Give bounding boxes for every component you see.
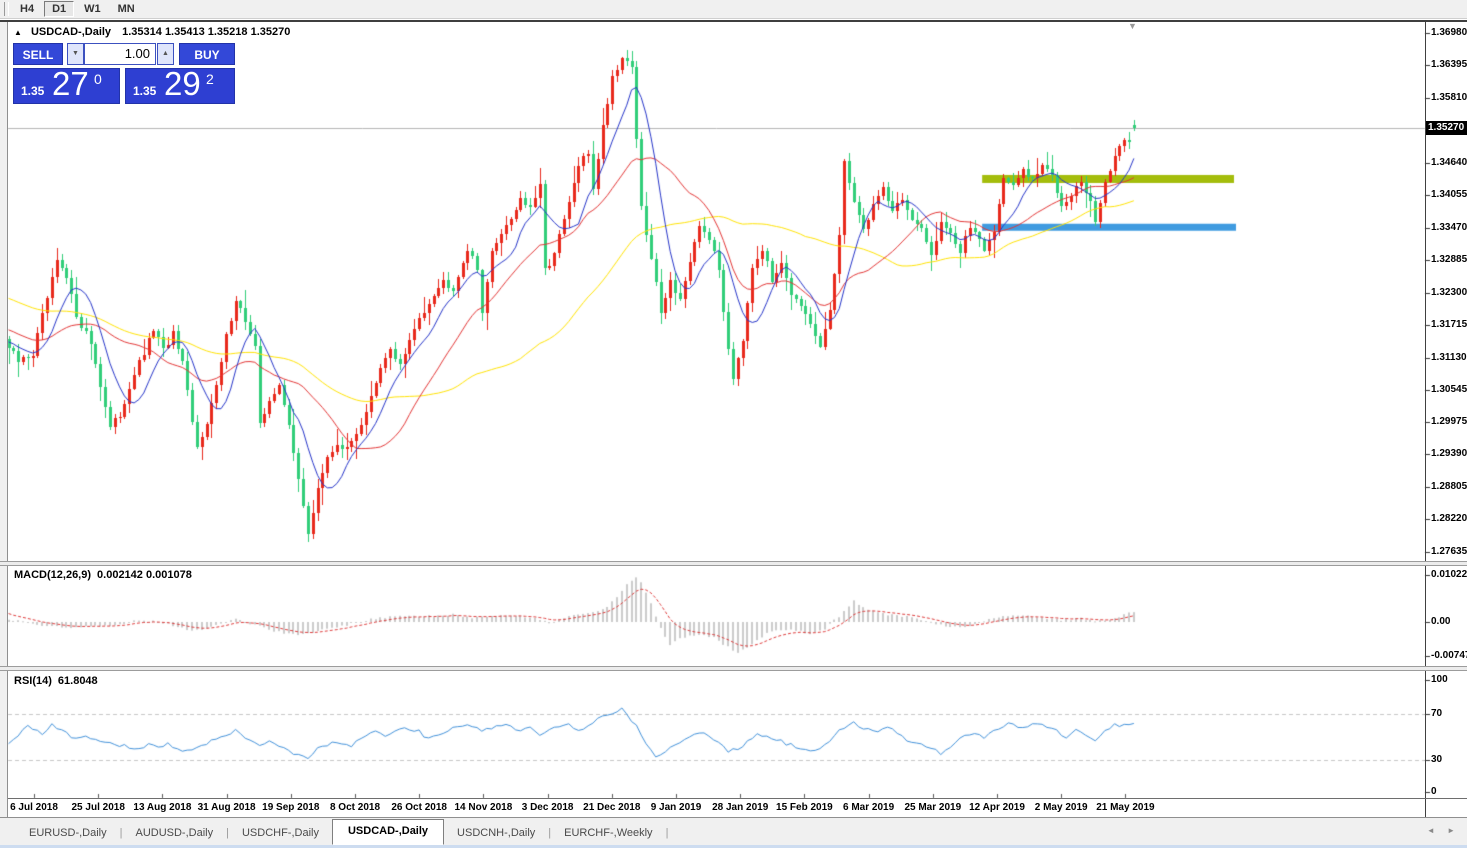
macd-axis-label: -0.00747 xyxy=(1431,650,1467,662)
chart-symbol-label: USDCAD-,Daily xyxy=(31,26,111,38)
price-axis-label: 1.32885 xyxy=(1431,254,1467,266)
sell-price-point: 0 xyxy=(94,71,102,87)
sell-button[interactable]: SELL xyxy=(13,43,63,65)
date-axis-label: 21 May 2019 xyxy=(1083,802,1167,813)
price-axis-label: 1.30545 xyxy=(1431,384,1467,396)
sell-price-display[interactable]: 1.35 27 0 xyxy=(13,68,120,104)
triangle-down-icon: ▼ xyxy=(72,50,79,57)
buy-price-point: 2 xyxy=(206,71,214,87)
buy-button[interactable]: BUY xyxy=(179,43,235,65)
chart-title: ▲ USDCAD-,Daily 1.35314 1.35413 1.35218 … xyxy=(14,26,290,38)
price-axis-label: 1.36395 xyxy=(1431,59,1467,71)
volume-increase-button[interactable]: ▲ xyxy=(157,43,174,65)
price-axis-label: 1.27635 xyxy=(1431,546,1467,558)
chart-shift-icon[interactable]: ▼ xyxy=(1128,21,1137,31)
macd-pane-splitter[interactable] xyxy=(0,561,1467,566)
price-axis-label: 1.36980 xyxy=(1431,27,1467,39)
sell-price-pips: 27 xyxy=(52,65,89,103)
chart-ohlc-values: 1.35314 1.35413 1.35218 1.35270 xyxy=(122,26,290,38)
volume-input[interactable]: 1.00 xyxy=(84,43,156,65)
price-axis-label: 1.29975 xyxy=(1431,416,1467,428)
tab-scroll-right-icon[interactable]: ► xyxy=(1447,826,1455,835)
rsi-name: RSI(14) xyxy=(14,675,52,687)
price-axis-separator xyxy=(1425,22,1426,817)
chart-canvas[interactable] xyxy=(0,0,1467,848)
timeframe-button-mn[interactable]: MN xyxy=(111,1,142,17)
price-axis-label: 1.28220 xyxy=(1431,513,1467,525)
one-click-trading-panel: SELL ▼ 1.00 ▲ BUY 1.35 27 0 1.35 29 2 xyxy=(13,43,235,105)
timeframe-button-h4[interactable]: H4 xyxy=(13,1,41,17)
macd-axis-label: 0.010229 xyxy=(1431,569,1467,581)
macd-axis-label: 0.00 xyxy=(1431,616,1450,628)
price-axis-label: 1.31715 xyxy=(1431,319,1467,331)
macd-values: 0.002142 0.001078 xyxy=(97,569,192,581)
price-axis-label: 1.28805 xyxy=(1431,481,1467,493)
buy-price-pips: 29 xyxy=(164,65,201,103)
tab-separator: | xyxy=(666,827,669,845)
tab-audusd-daily[interactable]: AUDUSD-,Daily xyxy=(122,822,226,845)
tab-usdcad-daily[interactable]: USDCAD-,Daily xyxy=(332,819,444,845)
price-axis-label: 1.31130 xyxy=(1431,352,1467,364)
macd-indicator-label: MACD(12,26,9) 0.002142 0.001078 xyxy=(14,569,192,581)
price-axis-label: 1.34640 xyxy=(1431,157,1467,169)
volume-decrease-button[interactable]: ▼ xyxy=(67,43,84,65)
tab-usdcnh-daily[interactable]: USDCNH-,Daily xyxy=(444,822,548,845)
tab-scroll-arrows: ◄ ► xyxy=(1417,826,1455,835)
buy-price-display[interactable]: 1.35 29 2 xyxy=(125,68,235,104)
tab-usdchf-daily[interactable]: USDCHF-,Daily xyxy=(229,822,332,845)
rsi-axis-label: 100 xyxy=(1431,674,1448,686)
rsi-indicator-label: RSI(14) 61.8048 xyxy=(14,675,98,687)
tab-eurusd-daily[interactable]: EURUSD-,Daily xyxy=(16,822,120,845)
sell-price-base: 1.35 xyxy=(21,84,44,98)
chart-tab-bar: EURUSD-,Daily|AUDUSD-,Daily|USDCHF-,Dail… xyxy=(0,818,1467,845)
price-axis-label: 1.33470 xyxy=(1431,222,1467,234)
buy-price-base: 1.35 xyxy=(133,84,156,98)
triangle-up-icon: ▲ xyxy=(162,50,169,57)
timeframe-button-w1[interactable]: W1 xyxy=(77,1,108,17)
rsi-value: 61.8048 xyxy=(58,675,98,687)
rsi-pane-splitter[interactable] xyxy=(0,666,1467,671)
price-axis-label: 1.35810 xyxy=(1431,92,1467,104)
current-price-badge: 1.35270 xyxy=(1426,121,1467,135)
mt4-terminal: H4D1W1MN ▲ USDCAD-,Daily 1.35314 1.35413… xyxy=(0,0,1467,848)
price-axis-label: 1.32300 xyxy=(1431,287,1467,299)
tab-scroll-left-icon[interactable]: ◄ xyxy=(1427,826,1435,835)
price-axis-label: 1.29390 xyxy=(1431,448,1467,460)
macd-name: MACD(12,26,9) xyxy=(14,569,91,581)
rsi-axis-label: 0 xyxy=(1431,786,1437,798)
timeframe-toolbar: H4D1W1MN xyxy=(0,0,1467,19)
rsi-pane-bottom-border xyxy=(8,798,1467,799)
rsi-axis-label: 30 xyxy=(1431,754,1442,766)
tab-eurchf-weekly[interactable]: EURCHF-,Weekly xyxy=(551,822,665,845)
rsi-axis-label: 70 xyxy=(1431,708,1442,720)
timeframe-button-d1[interactable]: D1 xyxy=(44,1,74,17)
price-axis-label: 1.34055 xyxy=(1431,189,1467,201)
collapse-panel-icon[interactable]: ▲ xyxy=(14,28,22,37)
toolbar-grip xyxy=(4,2,9,16)
chart-window-top-border xyxy=(0,20,1467,22)
chart-window-left-border xyxy=(0,22,8,817)
